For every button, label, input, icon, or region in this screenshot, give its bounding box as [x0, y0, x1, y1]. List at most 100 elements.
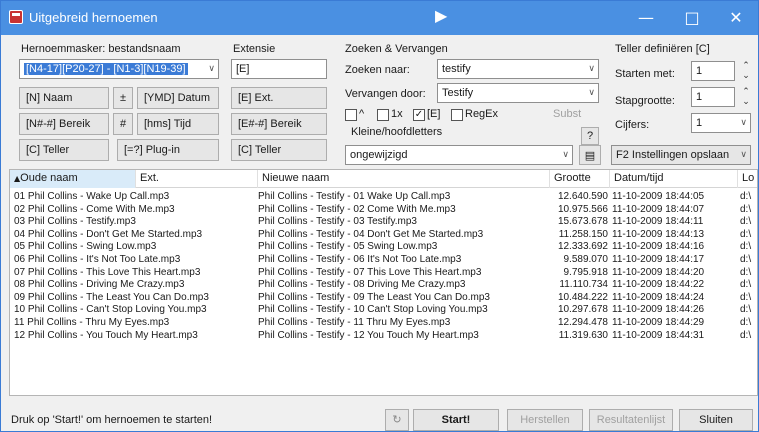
chevron-down-icon[interactable]: ∨	[562, 148, 569, 162]
table-row[interactable]: 05 Phil Collins - Swing Low.mp3 Phil Coll…	[10, 241, 757, 253]
close-dialog-button[interactable]: Sluiten	[679, 409, 753, 431]
table-row[interactable]: 12 Phil Collins - You Touch My Heart.mp3…	[10, 329, 757, 342]
cell-new-name: Phil Collins - Testify - 05 Swing Low.mp…	[258, 241, 438, 253]
start-button[interactable]: Start!	[413, 409, 499, 431]
cell-old-name: 12 Phil Collins - You Touch My Heart.mp3	[14, 329, 198, 341]
table-row[interactable]: 11 Phil Collins - Thru My Eyes.mp3 Phil C…	[10, 317, 757, 329]
column-new-name[interactable]: Nieuwe naam	[258, 170, 550, 188]
subst-checkbox-label: Subst	[553, 108, 582, 120]
table-row[interactable]: 04 Phil Collins - Don't Get Me Started.m…	[10, 228, 757, 241]
cell-datetime: 11-10-2009 18:44:31	[612, 329, 705, 341]
restart-button[interactable]: ↻	[385, 409, 409, 431]
edit-icon: ▤	[584, 149, 596, 162]
chevron-down-icon[interactable]: ∨	[588, 62, 595, 76]
maximize-button[interactable]: □	[669, 1, 715, 35]
cell-datetime: 11-10-2009 18:44:29	[612, 317, 705, 328]
date-button[interactable]: [YMD] Datum	[137, 87, 219, 109]
cell-old-name: 09 Phil Collins - The Least You Can Do.m…	[14, 291, 209, 303]
table-row[interactable]: 08 Phil Collins - Driving Me Crazy.mp3 Ph…	[10, 279, 757, 291]
column-old-name[interactable]: ▲Oude naam	[10, 170, 136, 188]
cell-size: 9.795.918	[563, 266, 609, 278]
start-spinner-icon[interactable]: ⌃ ⌄	[739, 61, 753, 83]
hash-button[interactable]: #	[113, 113, 133, 135]
search-replace-label: Zoeken & Vervangen	[345, 43, 448, 55]
app-icon	[9, 10, 23, 24]
cell-new-name: Phil Collins - Testify - 10 Can't Stop L…	[258, 304, 488, 316]
chevron-down-icon[interactable]: ∨	[588, 86, 595, 100]
once-checkbox[interactable]	[377, 109, 389, 121]
extension-range-button[interactable]: [E#-#] Bereik	[231, 113, 327, 135]
column-datetime[interactable]: Datum/tijd	[610, 170, 738, 188]
digits-label: Cijfers:	[615, 119, 650, 131]
chevron-down-icon[interactable]: ∨	[740, 148, 747, 162]
step-spinner-icon[interactable]: ⌃ ⌄	[739, 87, 753, 109]
cell-new-name: Phil Collins - Testify - 03 Testify.mp3	[258, 216, 417, 228]
column-location[interactable]: Lo	[738, 170, 757, 188]
start-with-label: Starten met:	[615, 68, 675, 80]
table-row[interactable]: 02 Phil Collins - Come With Me.mp3 Phil C…	[10, 203, 757, 216]
replace-input[interactable]: Testify ∨	[437, 83, 599, 103]
replace-with-label: Vervangen door:	[345, 88, 426, 100]
list-header: ▲Oude naam Ext. Nieuwe naam Grootte Datu…	[10, 170, 757, 188]
help-button[interactable]: ?	[581, 127, 599, 145]
cell-location: d:\	[740, 228, 752, 240]
column-ext[interactable]: Ext.	[136, 170, 258, 188]
cell-new-name: Phil Collins - Testify - 11 Thru My Eyes…	[258, 317, 451, 328]
cell-datetime: 11-10-2009 18:44:20	[612, 266, 705, 278]
table-row[interactable]: 01 Phil Collins - Wake Up Call.mp3 Phil C…	[10, 191, 757, 203]
table-row[interactable]: 06 Phil Collins - It's Not Too Late.mp3 P…	[10, 254, 757, 266]
table-row[interactable]: 07 Phil Collins - This Love This Heart.m…	[10, 266, 757, 279]
chevron-down-icon[interactable]: ∨	[208, 62, 215, 76]
extension-input[interactable]: [E]	[231, 59, 327, 79]
extension-checkbox[interactable]: ✓	[413, 109, 425, 121]
close-button[interactable]: ✕	[713, 1, 759, 35]
plugin-button[interactable]: [=?] Plug-in	[117, 139, 219, 161]
chevron-down-icon[interactable]: ∨	[740, 116, 747, 130]
extension-button[interactable]: [E] Ext.	[231, 87, 327, 109]
search-for-label: Zoeken naar:	[345, 64, 410, 76]
result-list-button[interactable]: Resultatenlijst	[589, 409, 673, 431]
window-title: Uitgebreid hernoemen	[29, 10, 158, 25]
edit-button[interactable]: ▤	[579, 145, 601, 165]
file-list[interactable]: ▲Oude naam Ext. Nieuwe naam Grootte Datu…	[9, 169, 758, 396]
cell-datetime: 11-10-2009 18:44:26	[612, 304, 705, 316]
extension-counter-button[interactable]: [C] Teller	[231, 139, 327, 161]
digits-select[interactable]: 1 ∨	[691, 113, 751, 133]
table-row[interactable]: 09 Phil Collins - The Least You Can Do.m…	[10, 291, 757, 304]
plus-minus-button[interactable]: ±	[113, 87, 133, 109]
regex-checkbox[interactable]	[451, 109, 463, 121]
step-input[interactable]: 1	[691, 87, 735, 107]
table-row[interactable]: 03 Phil Collins - Testify.mp3 Phil Collin…	[10, 216, 757, 228]
search-input[interactable]: testify ∨	[437, 59, 599, 79]
undo-button[interactable]: Herstellen	[507, 409, 583, 431]
save-settings-select[interactable]: F2 Instellingen opslaan ∨	[611, 145, 751, 165]
cell-old-name: 05 Phil Collins - Swing Low.mp3	[14, 241, 157, 253]
caret-checkbox[interactable]	[345, 109, 357, 121]
start-with-input[interactable]: 1	[691, 61, 735, 81]
cell-old-name: 04 Phil Collins - Don't Get Me Started.m…	[14, 228, 203, 240]
cell-size: 12.333.692	[557, 241, 608, 253]
cell-new-name: Phil Collins - Testify - 09 The Least Yo…	[258, 291, 490, 303]
status-text: Druk op 'Start!' om hernoemen te starten…	[11, 414, 213, 426]
cell-old-name: 08 Phil Collins - Driving Me Crazy.mp3	[14, 279, 185, 291]
cell-new-name: Phil Collins - Testify - 01 Wake Up Call…	[258, 191, 451, 202]
cell-location: d:\	[740, 291, 752, 303]
minimize-button[interactable]: —	[623, 1, 669, 35]
cell-location: d:\	[740, 203, 752, 215]
time-button[interactable]: [hms] Tijd	[137, 113, 219, 135]
case-select[interactable]: ongewijzigd ∨	[345, 145, 573, 165]
cell-datetime: 11-10-2009 18:44:11	[612, 216, 704, 228]
cell-datetime: 11-10-2009 18:44:17	[612, 254, 705, 265]
cell-location: d:\	[740, 241, 752, 253]
table-row[interactable]: 10 Phil Collins - Can't Stop Loving You.…	[10, 304, 757, 316]
caret-checkbox-label: ^	[359, 108, 365, 120]
column-size[interactable]: Grootte	[550, 170, 610, 188]
cell-location: d:\	[740, 266, 752, 278]
rename-mask-input[interactable]: [N4-17][P20-27] - [N1-3][N19-39] ∨	[19, 59, 219, 79]
name-range-button[interactable]: [N#-#] Bereik	[19, 113, 109, 135]
title-bar[interactable]: Uitgebreid hernoemen ▶ — □ ✕	[1, 1, 758, 35]
counter-button[interactable]: [C] Teller	[19, 139, 109, 161]
cell-location: d:\	[740, 304, 752, 316]
name-button[interactable]: [N] Naam	[19, 87, 109, 109]
cell-new-name: Phil Collins - Testify - 06 It's Not Too…	[258, 254, 462, 265]
